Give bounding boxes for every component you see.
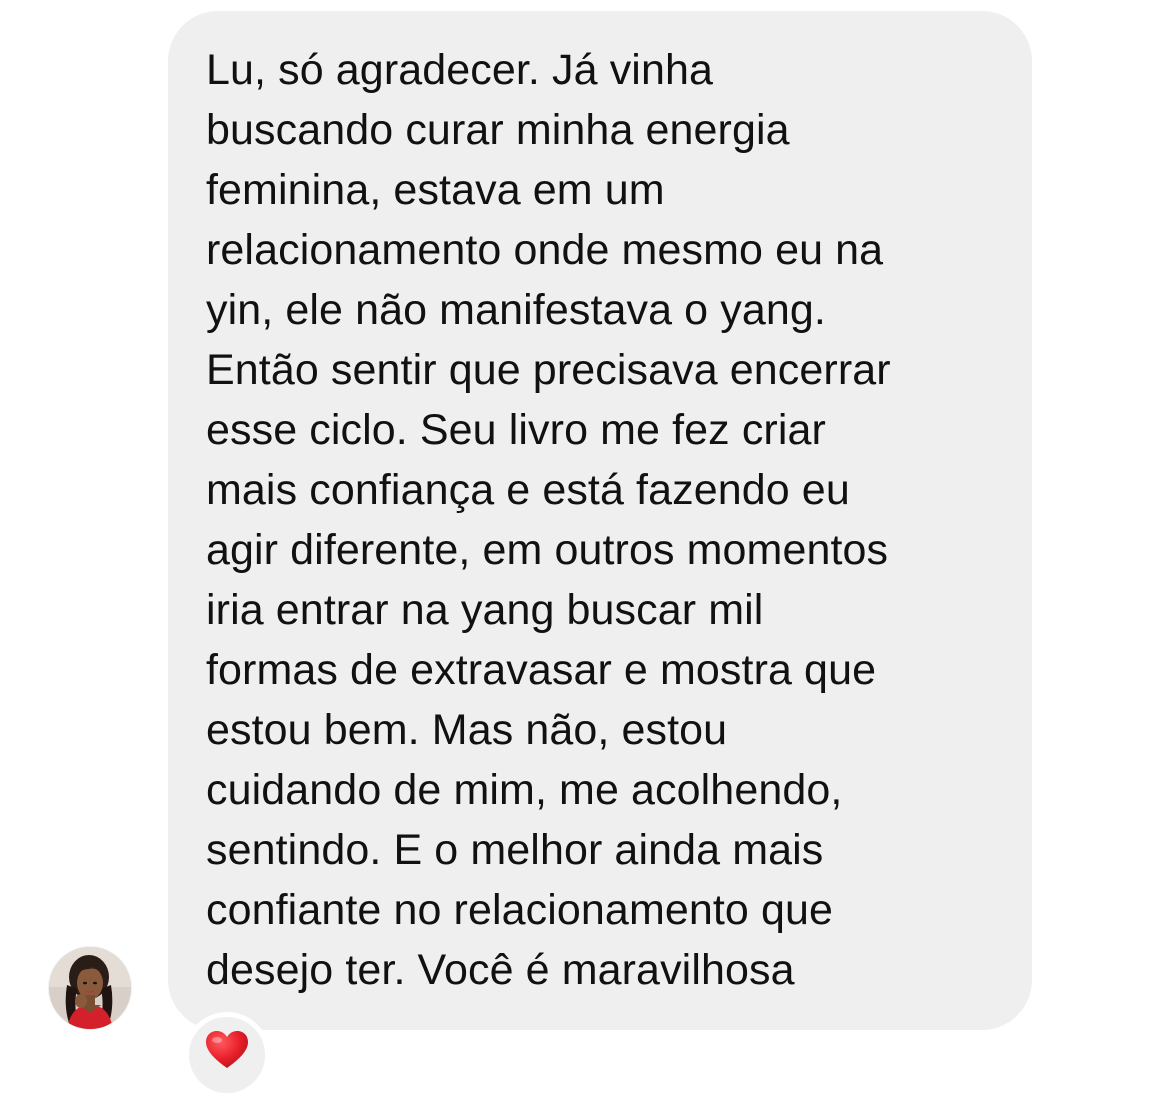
message-line: esse ciclo. Seu livro me fez criar: [206, 406, 826, 454]
message-line: confiante no relacionamento que: [206, 886, 834, 934]
message-line: yin, ele não manifestava o yang.: [206, 286, 826, 334]
message-line: Então sentir que precisava encerrar: [206, 346, 891, 394]
reaction-badge[interactable]: [184, 1012, 270, 1098]
message-line: buscando curar minha energia: [206, 106, 790, 154]
heart-icon: [206, 1031, 248, 1068]
message-line: formas de extravasar e mostra que: [206, 646, 877, 694]
sender-avatar[interactable]: [49, 947, 131, 1029]
message-line: cuidando de mim, me acolhendo,: [206, 766, 843, 814]
message-text: Lu, só agradecer. Já vinha buscando cura…: [206, 40, 1016, 1000]
message-line: Lu, só agradecer. Já vinha: [206, 46, 713, 94]
message-line: iria entrar na yang buscar mil: [206, 586, 764, 634]
message-line: relacionamento onde mesmo eu na: [206, 226, 884, 274]
avatar-image: [49, 947, 131, 1029]
message-line: desejo ter. Você é maravilhosa: [206, 946, 795, 994]
message-line: sentindo. E o melhor ainda mais: [206, 826, 824, 874]
message-line: mais confiança e está fazendo eu: [206, 466, 850, 514]
message-line: agir diferente, em outros momentos: [206, 526, 889, 574]
message-line: feminina, estava em um: [206, 166, 665, 214]
message-line: estou bem. Mas não, estou: [206, 706, 728, 754]
